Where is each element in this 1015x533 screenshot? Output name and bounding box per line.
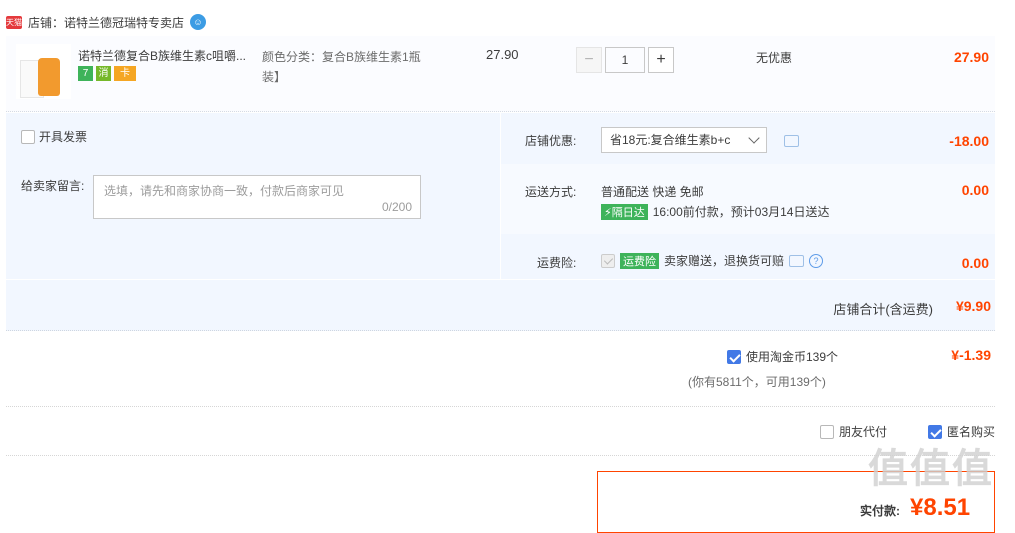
seven-day-return-icon[interactable]: 7 — [78, 66, 93, 81]
taojinbi-option[interactable]: 使用淘金币139个 — [727, 348, 838, 365]
delivery-estimate: 16:00前付款，预计03月14日送达 — [652, 205, 830, 219]
item-total: 27.90 — [953, 49, 989, 65]
order-fees-panel: 店铺优惠: 省18元:复合维生素b+c -18.00 运送方式: 普通配送 快递… — [501, 113, 995, 279]
seller-message-input[interactable]: 选填，请先和商家协商一致，付款后商家可见 0/200 — [93, 175, 421, 219]
store-coupon-select[interactable]: 省18元:复合维生素b+c — [601, 127, 767, 153]
insurance-text: 卖家赠送，退换货可赔 — [664, 254, 785, 268]
quantity-stepper: − 1 + — [576, 47, 674, 73]
order-extras-panel: 开具发票 给卖家留言: 选填，请先和商家协商一致，付款后商家可见 0/200 — [6, 113, 500, 279]
product-title[interactable]: 诺特兰德复合B族维生素c咀嚼... — [78, 47, 254, 64]
delivery-row: 运送方式: 普通配送 快递 免邮 ⚡隔日达 16:00前付款，预计03月14日送… — [501, 164, 995, 234]
store-name[interactable]: 店铺：诺特兰德冠瑞特专卖店 — [28, 14, 184, 31]
store-coupon-row: 店铺优惠: 省18元:复合维生素b+c -18.00 — [501, 113, 995, 163]
subtotal-amount: ¥9.90 — [955, 298, 991, 314]
insurance-badge: 运费险 — [620, 252, 659, 269]
help-icon[interactable]: ? — [809, 253, 824, 268]
decrease-quantity-button[interactable]: − — [576, 47, 602, 73]
message-char-count: 0/200 — [381, 200, 412, 214]
insurance-checkbox — [601, 253, 615, 268]
insurance-chat-icon[interactable] — [789, 254, 805, 267]
increase-quantity-button[interactable]: + — [648, 47, 674, 73]
coupon-selected-value: 省18元:复合维生素b+c — [610, 133, 731, 147]
chevron-down-icon — [748, 132, 760, 144]
taojinbi-discount: ¥-1.39 — [951, 347, 991, 363]
insurance-amount: 0.00 — [961, 255, 989, 271]
payment-amount: ¥8.51 — [910, 494, 971, 521]
product-sku: 颜色分类：复合B族维生素1瓶装】 — [262, 47, 432, 87]
section-divider-2 — [6, 455, 995, 456]
site-watermark: 值值值 — [868, 447, 994, 491]
promotion-text: 无优惠 — [756, 51, 793, 65]
sku-label: 颜色分类： — [262, 50, 323, 64]
taojinbi-balance: (你有5811个，可用139个) — [688, 375, 826, 389]
delivery-detail: ⚡隔日达 16:00前付款，预计03月14日送达 — [601, 203, 829, 220]
shipping-insurance-row: 运费险: 运费险 卖家赠送，退换货可赔 ? 0.00 — [501, 235, 995, 279]
credit-card-icon[interactable]: 卡 — [114, 66, 136, 81]
next-day-delivery-badge: ⚡隔日达 — [601, 203, 648, 220]
message-placeholder: 选填，请先和商家协商一致，付款后商家可见 — [104, 184, 345, 198]
message-label: 给卖家留言: — [21, 179, 85, 193]
friend-pay-checkbox[interactable] — [820, 424, 834, 439]
unit-price: 27.90 — [486, 47, 519, 62]
invoice-label: 开具发票 — [39, 130, 88, 144]
product-bottle-image — [38, 58, 60, 96]
consumer-protection-icon[interactable]: 消 — [96, 66, 111, 81]
quantity-input[interactable]: 1 — [605, 47, 645, 73]
tmall-logo: 天猫 — [6, 15, 22, 29]
store-subtotal-row: 店铺合计(含运费) ¥9.90 — [6, 280, 995, 331]
invoice-option[interactable]: 开具发票 — [21, 128, 87, 145]
taojinbi-checkbox[interactable] — [727, 349, 741, 364]
delivery-label: 运送方式: — [525, 185, 577, 199]
payment-label: 实付款: — [860, 504, 900, 518]
coupon-info-icon[interactable] — [784, 135, 799, 147]
store-coupon-label: 店铺优惠: — [525, 134, 577, 148]
order-item-row: 诺特兰德复合B族维生素c咀嚼... 7 消 卡 颜色分类：复合B族维生素1瓶装】… — [6, 36, 995, 112]
subtotal-label: 店铺合计(含运费) — [833, 302, 933, 317]
product-thumbnail[interactable] — [16, 44, 71, 99]
insurance-detail: 运费险 卖家赠送，退换货可赔 ? — [601, 252, 824, 269]
section-divider — [6, 406, 995, 407]
store-coupon-amount: -18.00 — [949, 133, 989, 149]
wangwang-chat-icon[interactable]: ☺ — [190, 14, 207, 30]
insurance-label: 运费险: — [537, 256, 577, 270]
invoice-checkbox[interactable] — [21, 129, 35, 144]
store-header: 天猫 店铺：诺特兰德冠瑞特专卖店 ☺ — [6, 12, 207, 32]
delivery-amount: 0.00 — [961, 182, 989, 198]
service-badges: 7 消 卡 — [78, 66, 136, 81]
delivery-method: 普通配送 快递 免邮 — [601, 185, 704, 199]
taojinbi-label: 使用淘金币139个 — [746, 350, 839, 364]
